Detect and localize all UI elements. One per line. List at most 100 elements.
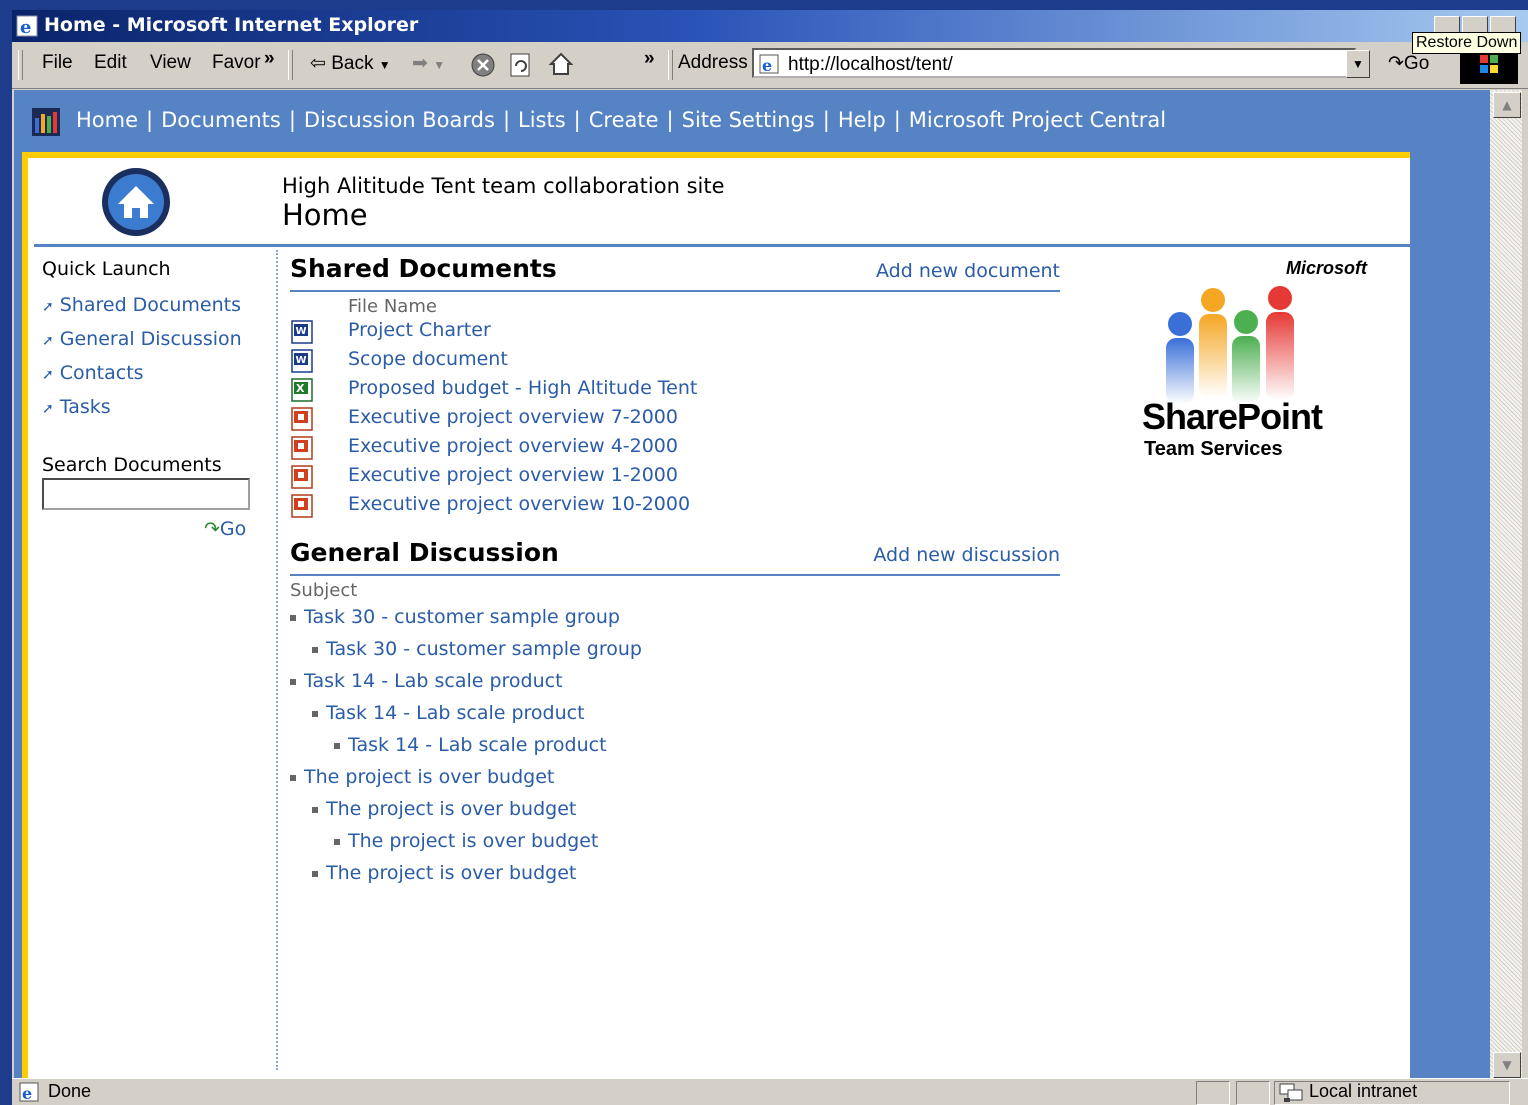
discussion-link[interactable]: Task 14 - Lab scale product [326, 702, 585, 724]
discussion-link[interactable]: Task 14 - Lab scale product [304, 670, 563, 692]
bullet-icon [312, 646, 318, 653]
svg-text:e: e [762, 56, 772, 75]
quick-launch-item-contacts[interactable]: ➚ Contacts [42, 356, 272, 390]
nav-home[interactable]: Home [76, 108, 138, 132]
home-icon[interactable] [548, 50, 574, 78]
powerpoint-doc-icon[interactable] [290, 464, 316, 490]
scroll-down-button[interactable]: ▼ [1493, 1052, 1521, 1078]
discussion-row: The project is over budget [290, 857, 1060, 889]
back-button[interactable]: ⇦ Back ▼ [310, 52, 391, 75]
excel-doc-icon[interactable]: X [290, 377, 316, 403]
forward-button[interactable]: ➡ ▼ [412, 52, 445, 75]
toolbar-grip[interactable] [18, 50, 23, 80]
document-link[interactable]: Executive project overview 7-2000 [348, 406, 678, 428]
menu-chevron[interactable]: » [264, 48, 275, 70]
word-doc-icon[interactable]: W [290, 319, 316, 345]
menu-edit[interactable]: Edit [94, 52, 127, 74]
page-header: High Alititude Tent team collaboration s… [28, 158, 1410, 246]
nav-help[interactable]: Help [838, 108, 886, 132]
search-heading: Search Documents [42, 454, 222, 476]
search-input[interactable] [42, 478, 250, 510]
discussion-link[interactable]: The project is over budget [326, 798, 576, 820]
page-title: Home [282, 198, 368, 232]
zone-cell: Local intranet [1274, 1081, 1510, 1105]
document-row: Executive project overview 7-2000 [290, 404, 1060, 433]
powerpoint-doc-icon[interactable] [290, 493, 316, 519]
chevron-up-icon: ▲ [1502, 98, 1512, 112]
status-text: Done [48, 1081, 92, 1101]
nav-lists[interactable]: Lists [518, 108, 566, 132]
header-divider [34, 244, 1414, 247]
discussion-link[interactable]: Task 30 - customer sample group [326, 638, 642, 660]
section-title: Shared Documents [290, 254, 557, 283]
address-label: Address [678, 52, 748, 73]
bullet-icon [312, 710, 318, 717]
section-title: General Discussion [290, 538, 559, 567]
quick-launch-item-tasks[interactable]: ➚ Tasks [42, 390, 272, 424]
document-link[interactable]: Project Charter [348, 319, 491, 341]
powerpoint-doc-icon[interactable] [290, 435, 316, 461]
toolbar-grip[interactable] [288, 50, 293, 80]
column-header-subject[interactable]: Subject [290, 580, 1060, 601]
discussion-link[interactable]: Task 14 - Lab scale product [348, 734, 607, 756]
discussion-list: Task 30 - customer sample group Task 30 -… [290, 601, 1060, 889]
go-button[interactable]: ↷Go [1388, 52, 1429, 75]
document-row: Executive project overview 4-2000 [290, 433, 1060, 462]
top-nav-links: Home | Documents | Discussion Boards | Lists | C… [76, 108, 1166, 132]
toolbar-chevron[interactable]: » [644, 48, 655, 70]
browser-window: e Home - Microsoft Internet Explorer Res… [12, 10, 1528, 1105]
powerpoint-doc-icon[interactable] [290, 406, 316, 432]
discussion-row: Task 14 - Lab scale product [290, 697, 1060, 729]
menu-favorites[interactable]: Favor [212, 52, 261, 74]
vertical-scrollbar[interactable]: ▲ ▼ [1490, 90, 1522, 1078]
page-icon: e [19, 1082, 39, 1103]
bullet-icon [290, 774, 296, 781]
menu-file[interactable]: File [42, 52, 73, 74]
dropdown-arrow-icon: ▼ [378, 58, 391, 72]
home-icon [102, 168, 170, 236]
column-header-file-name[interactable]: File Name [348, 296, 1060, 317]
document-link[interactable]: Proposed budget - High Altitude Tent [348, 377, 697, 399]
word-doc-icon[interactable]: W [290, 348, 316, 374]
document-row: Executive project overview 10-2000 [290, 491, 1060, 520]
address-dropdown-button[interactable]: ▼ [1346, 50, 1370, 78]
scroll-up-button[interactable]: ▲ [1493, 92, 1521, 118]
nav-create[interactable]: Create [589, 108, 659, 132]
site-subtitle: High Alititude Tent team collaboration s… [282, 174, 725, 198]
nav-site-settings[interactable]: Site Settings [682, 108, 815, 132]
nav-separator: | [146, 108, 154, 132]
refresh-icon[interactable] [508, 52, 532, 78]
discussion-link[interactable]: Task 30 - customer sample group [304, 606, 620, 628]
discussion-row: Task 30 - customer sample group [290, 601, 1060, 633]
address-bar[interactable]: e http://localhost/tent/ [752, 48, 1356, 78]
window-title: Home - Microsoft Internet Explorer [44, 14, 419, 36]
add-new-document-link[interactable]: Add new document [876, 260, 1060, 282]
page-viewport: Home | Documents | Discussion Boards | Lists | C… [14, 90, 1490, 1078]
quick-launch-label: General Discussion [59, 328, 242, 350]
nav-documents[interactable]: Documents [161, 108, 281, 132]
discussion-link[interactable]: The project is over budget [348, 830, 598, 852]
discussion-link[interactable]: The project is over budget [304, 766, 554, 788]
nav-project-central[interactable]: Microsoft Project Central [909, 108, 1166, 132]
quick-launch-label: Shared Documents [59, 294, 241, 316]
arrow-icon: ➚ [42, 333, 54, 349]
nav-discussion-boards[interactable]: Discussion Boards [304, 108, 495, 132]
document-link[interactable]: Executive project overview 10-2000 [348, 493, 690, 515]
bullet-icon [312, 870, 318, 877]
document-link[interactable]: Executive project overview 1-2000 [348, 464, 678, 486]
bullet-icon [334, 838, 340, 845]
document-list: W Project Charter W Scope document X Proposed… [290, 317, 1060, 520]
stop-icon[interactable] [470, 52, 496, 78]
search-go-button[interactable]: ↷Go [204, 518, 246, 540]
svg-text:X: X [296, 382, 305, 395]
quick-launch-item-shared-documents[interactable]: ➚ Shared Documents [42, 288, 272, 322]
add-new-discussion-link[interactable]: Add new discussion [873, 544, 1060, 566]
discussion-link[interactable]: The project is over budget [326, 862, 576, 884]
general-discussion-section: General Discussion Add new discussion Su… [290, 538, 1060, 889]
quick-launch: Quick Launch ➚ Shared Documents ➚ General … [42, 258, 272, 424]
menu-view[interactable]: View [150, 52, 191, 74]
quick-launch-item-general-discussion[interactable]: ➚ General Discussion [42, 322, 272, 356]
toolbar-grip[interactable] [668, 50, 673, 80]
document-link[interactable]: Scope document [348, 348, 508, 370]
document-link[interactable]: Executive project overview 4-2000 [348, 435, 678, 457]
